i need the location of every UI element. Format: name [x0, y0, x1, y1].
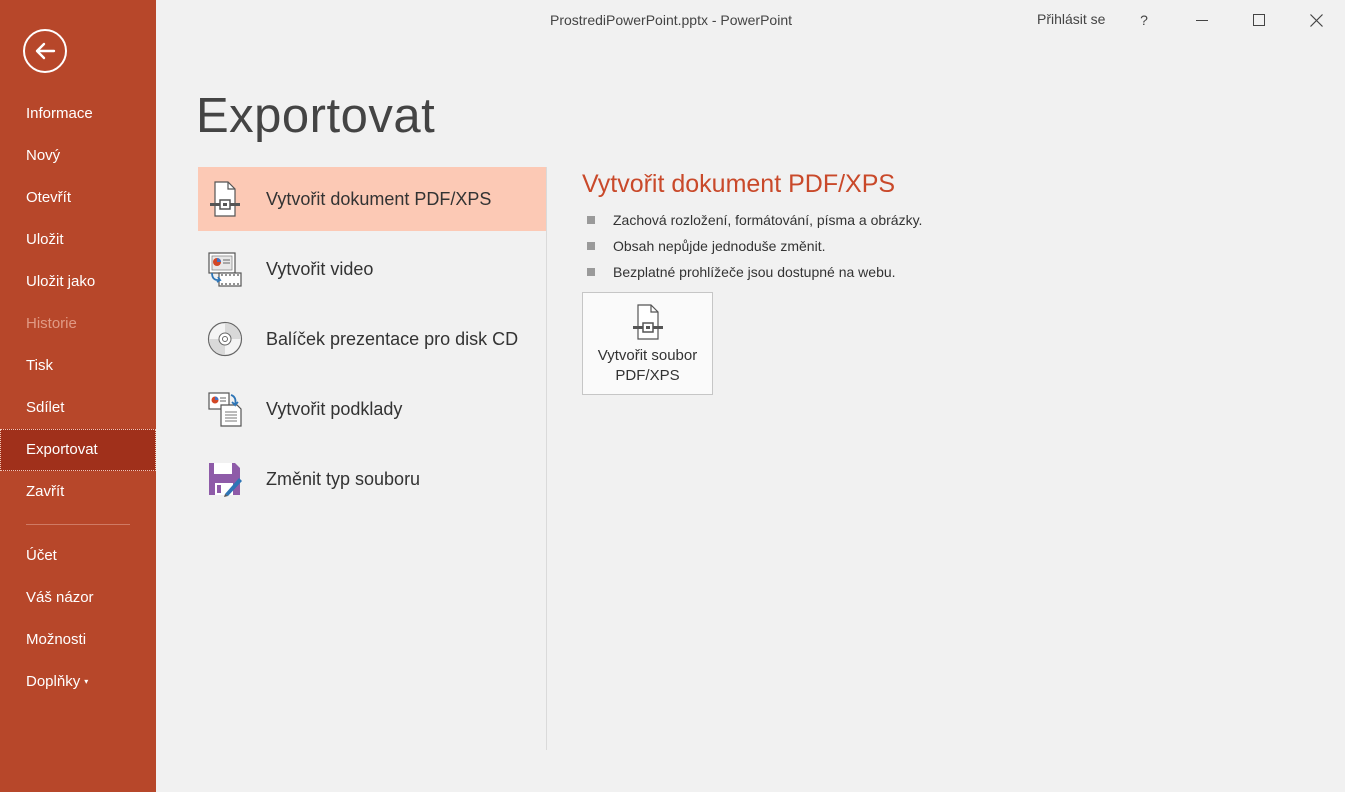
option-label: Změnit typ souboru: [266, 468, 421, 489]
title-bar: ProstrediPowerPoint.pptx - PowerPoint Př…: [156, 0, 1345, 40]
bullet-item: Bezplatné prohlížeče jsou dostupné na we…: [587, 259, 922, 285]
option-create-video[interactable]: Vytvořit video: [198, 237, 546, 301]
bullet-square-icon: [587, 216, 595, 224]
nav-item-otevrit[interactable]: Otevřít: [0, 177, 156, 219]
option-label: Vytvořit video: [266, 258, 374, 279]
nav-item-ucet[interactable]: Účet: [0, 535, 156, 577]
nav-item-novy[interactable]: Nový: [0, 135, 156, 177]
option-create-handouts[interactable]: Vytvořit podklady: [198, 377, 546, 441]
create-pdf-xps-button[interactable]: Vytvořit soubor PDF/XPS: [582, 292, 713, 395]
bullet-square-icon: [587, 268, 595, 276]
detail-title: Vytvořit dokument PDF/XPS: [582, 170, 896, 198]
bullet-item: Obsah nepůjde jednoduše změnit.: [587, 233, 922, 259]
backstage-nav: Informace Nový Otevřít Uložit Uložit jak…: [0, 93, 156, 703]
nav-divider: [26, 524, 130, 525]
bullet-square-icon: [587, 242, 595, 250]
nav-item-informace[interactable]: Informace: [0, 93, 156, 135]
backstage-sidebar: Informace Nový Otevřít Uložit Uložit jak…: [0, 0, 156, 792]
nav-item-doplnky-label: Doplňky: [26, 673, 81, 690]
nav-item-historie: Historie: [26, 315, 77, 332]
option-label: Balíček prezentace pro disk CD: [266, 328, 519, 349]
back-button[interactable]: [23, 29, 67, 73]
bullet-item: Zachová rozložení, formátování, písma a …: [587, 207, 922, 233]
export-options-list: Vytvořit dokument PDF/XPS Vytvořit video: [198, 167, 546, 517]
window-title: ProstrediPowerPoint.pptx - PowerPoint: [550, 12, 792, 28]
close-button[interactable]: [1296, 6, 1336, 34]
nav-item-ulozit-jako[interactable]: Uložit jako: [0, 261, 156, 303]
create-button-label-line1: Vytvořit soubor: [597, 347, 698, 364]
maximize-icon: [1253, 14, 1265, 26]
nav-item-sdilet[interactable]: Sdílet: [0, 387, 156, 429]
close-icon: [1309, 13, 1323, 27]
create-button-label: Vytvořit soubor PDF/XPS: [583, 346, 712, 386]
nav-item-doplnky[interactable]: Doplňky ▾: [0, 661, 156, 703]
create-button-label-line2: PDF/XPS: [615, 367, 680, 384]
handouts-icon: [206, 390, 244, 428]
cd-icon: [206, 320, 244, 358]
maximize-button[interactable]: [1239, 6, 1279, 34]
bullet-text: Bezplatné prohlížeče jsou dostupné na we…: [613, 264, 896, 280]
nav-item-exportovat[interactable]: Exportovat: [0, 429, 156, 471]
pdf-document-icon: [632, 304, 664, 345]
nav-item-zavrit[interactable]: Zavřít: [0, 471, 156, 513]
nav-item-ulozit[interactable]: Uložit: [0, 219, 156, 261]
nav-item-moznosti[interactable]: Možnosti: [0, 619, 156, 661]
option-label: Vytvořit dokument PDF/XPS: [266, 188, 492, 209]
option-package-cd[interactable]: Balíček prezentace pro disk CD: [198, 307, 546, 371]
nav-item-vas-nazor[interactable]: Váš názor: [0, 577, 156, 619]
bullet-text: Zachová rozložení, formátování, písma a …: [613, 212, 923, 228]
minimize-button[interactable]: [1182, 6, 1222, 34]
help-button[interactable]: ?: [1124, 6, 1164, 34]
nav-item-tisk[interactable]: Tisk: [0, 345, 156, 387]
page-title: Exportovat: [196, 89, 436, 143]
sign-in-link[interactable]: Přihlásit se: [1037, 11, 1105, 27]
minimize-icon: [1196, 20, 1208, 21]
dropdown-arrow-icon: ▾: [84, 677, 89, 687]
option-create-pdf-xps[interactable]: Vytvořit dokument PDF/XPS: [198, 167, 546, 231]
video-icon: [206, 250, 244, 288]
pane-divider: [546, 167, 547, 750]
option-label: Vytvořit podklady: [266, 398, 403, 419]
back-arrow-icon: [35, 42, 56, 60]
bullet-text: Obsah nepůjde jednoduše změnit.: [613, 238, 826, 254]
option-change-file-type[interactable]: Změnit typ souboru: [198, 447, 546, 511]
pdf-document-icon: [206, 180, 244, 218]
detail-bullets: Zachová rozložení, formátování, písma a …: [587, 207, 922, 285]
change-file-type-icon: [206, 460, 244, 498]
